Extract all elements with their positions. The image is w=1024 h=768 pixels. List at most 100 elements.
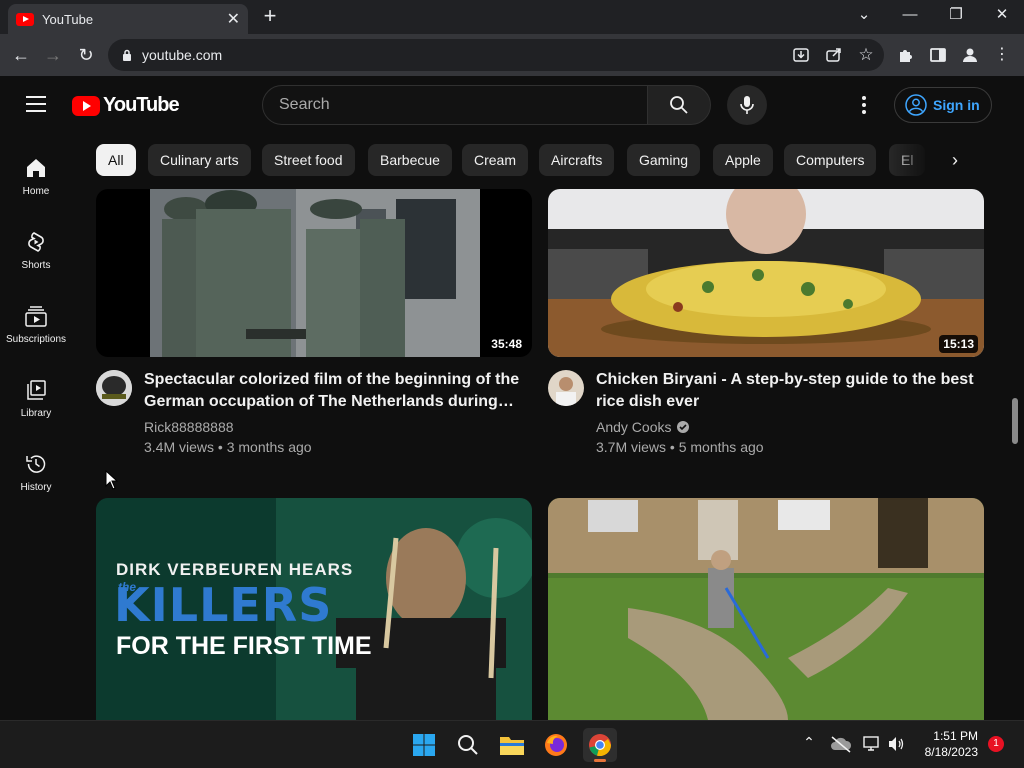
url-text: youtube.com <box>142 47 223 63</box>
sidebar-item-history[interactable]: History <box>0 436 72 510</box>
subscriptions-icon <box>25 306 47 327</box>
home-icon <box>27 159 45 177</box>
chip-culinary-arts[interactable]: Culinary arts <box>148 144 251 176</box>
verified-badge-icon <box>677 421 690 433</box>
address-bar[interactable]: youtube.com <box>108 39 884 71</box>
video-duration: 35:48 <box>487 335 526 353</box>
video-duration: 15:13 <box>939 335 978 353</box>
sidebar-label-home: Home <box>22 186 50 197</box>
taskbar-search-button[interactable] <box>451 728 485 762</box>
window-close-button[interactable]: ✕ <box>982 4 1022 28</box>
chip-aircrafts[interactable]: Aircrafts <box>539 144 615 176</box>
profile-icon[interactable] <box>961 46 979 64</box>
lock-icon <box>123 49 131 61</box>
volume-icon[interactable] <box>887 735 905 753</box>
chip-street-food[interactable]: Street food <box>262 144 355 176</box>
video-title-line-1: Chicken Biryani - A step-by-step guide t… <box>596 371 974 388</box>
page-scrollbar-thumb[interactable] <box>1012 398 1018 444</box>
sidebar-item-home[interactable]: Home <box>0 140 72 214</box>
ww2-thumbnail-image <box>96 189 532 357</box>
bookmark-star-icon[interactable]: ☆ <box>857 46 875 64</box>
back-button[interactable]: ← <box>10 44 32 66</box>
andy-cooks-avatar-image <box>548 370 584 406</box>
chip-apple[interactable]: Apple <box>713 144 773 176</box>
tab-title: YouTube <box>42 11 94 27</box>
tray-overflow-chevron-icon[interactable]: ⌃ <box>800 734 818 752</box>
clock-time: 1:51 PM <box>933 729 978 743</box>
sidebar-item-shorts[interactable]: Shorts <box>0 214 72 288</box>
search-button[interactable] <box>647 85 711 125</box>
chip-cream[interactable]: Cream <box>462 144 529 176</box>
sidebar-label-subscriptions: Subscriptions <box>5 334 67 345</box>
channel-avatar-rick[interactable] <box>96 370 132 406</box>
thumbnail-text-line-1: DIRK VERBEUREN HEARS <box>116 560 354 579</box>
forward-button[interactable]: → <box>42 44 64 66</box>
youtube-play-logo-icon <box>72 95 100 116</box>
video-thumbnail-ww2-film[interactable]: 35:48 <box>96 189 532 357</box>
channel-name[interactable]: Rick88888888 <box>144 417 234 437</box>
chip-gaming[interactable]: Gaming <box>627 144 701 176</box>
share-icon[interactable] <box>825 46 843 64</box>
upload-age: 3 months ago <box>226 439 312 455</box>
yard-thumbnail-image <box>548 498 984 720</box>
hamburger-menu-icon[interactable] <box>26 96 46 112</box>
view-count: 3.7M views <box>596 439 667 455</box>
taskbar-chrome-active[interactable] <box>583 728 617 762</box>
network-icon[interactable] <box>863 735 881 753</box>
thumbnail-text-line-3: FOR THE FIRST TIME <box>116 632 372 660</box>
chip-computers[interactable]: Computers <box>784 144 877 176</box>
sign-in-button[interactable]: Sign in <box>894 87 992 123</box>
video-thumbnail-killers-reaction[interactable]: DIRK VERBEUREN HEARS the KILLERS FOR THE… <box>96 498 532 720</box>
active-app-indicator <box>594 759 606 762</box>
install-app-icon[interactable] <box>792 46 810 64</box>
windows-start-button[interactable] <box>407 728 441 762</box>
taskbar-file-explorer[interactable] <box>495 728 529 762</box>
reload-button[interactable]: ↻ <box>75 44 97 66</box>
mouse-cursor-icon <box>105 470 119 490</box>
rick-avatar-image <box>96 370 132 406</box>
video-title[interactable]: Spectacular colorized film of the beginn… <box>144 369 524 413</box>
youtube-logo[interactable]: YouTube <box>72 94 180 117</box>
youtube-favicon-icon <box>16 12 34 26</box>
minimize-button[interactable]: — <box>890 4 930 28</box>
sidebar-label-library: Library <box>20 408 52 419</box>
sidebar-item-library[interactable]: Library <box>0 362 72 436</box>
taskbar-firefox[interactable] <box>539 728 573 762</box>
notification-badge[interactable]: 1 <box>988 736 1004 752</box>
channel-name-row[interactable]: Andy Cooks <box>596 417 690 437</box>
restore-button[interactable]: ❐ <box>936 4 976 28</box>
system-clock[interactable]: 1:51 PM 8/18/2023 <box>912 728 978 760</box>
taskbar-search-icon <box>458 735 478 755</box>
video-thumbnail-yard-edging[interactable] <box>548 498 984 720</box>
onedrive-offline-icon[interactable] <box>830 735 852 753</box>
sidebar-item-subscriptions[interactable]: Subscriptions <box>0 288 72 362</box>
tab-close-icon[interactable]: ✕ <box>227 9 240 29</box>
search-input[interactable]: Search <box>262 85 648 125</box>
tab-search-chevron-icon[interactable]: ⌄ <box>844 4 884 28</box>
chip-next-chevron-icon[interactable]: › <box>940 148 970 174</box>
library-icon <box>27 380 46 400</box>
chrome-icon <box>589 734 611 757</box>
chip-barbecue[interactable]: Barbecue <box>368 144 452 176</box>
logo-text: YouTube <box>103 94 180 116</box>
biryani-thumbnail-image <box>548 189 984 357</box>
browser-tab[interactable]: YouTube ✕ <box>8 4 248 34</box>
settings-more-icon[interactable] <box>856 94 872 116</box>
search-icon <box>670 96 688 114</box>
microphone-icon <box>740 96 754 114</box>
chip-all[interactable]: All <box>96 144 136 176</box>
windows-logo-icon <box>413 734 435 756</box>
new-tab-button[interactable]: + <box>258 5 282 28</box>
chrome-menu-icon[interactable]: ⋮ <box>993 46 1011 64</box>
video-title-line-1: Spectacular colorized film of the beginn… <box>144 371 520 388</box>
side-panel-icon[interactable] <box>929 46 947 64</box>
video-title-line-2: rice dish ever <box>596 393 700 410</box>
history-icon <box>26 455 46 473</box>
channel-avatar-andy-cooks[interactable] <box>548 370 584 406</box>
video-title[interactable]: Chicken Biryani - A step-by-step guide t… <box>596 369 976 413</box>
extensions-icon[interactable] <box>897 46 915 64</box>
voice-search-button[interactable] <box>727 85 767 125</box>
video-thumbnail-chicken-biryani[interactable]: 15:13 <box>548 189 984 357</box>
sign-in-label: Sign in <box>933 97 980 113</box>
file-explorer-icon <box>500 737 524 755</box>
